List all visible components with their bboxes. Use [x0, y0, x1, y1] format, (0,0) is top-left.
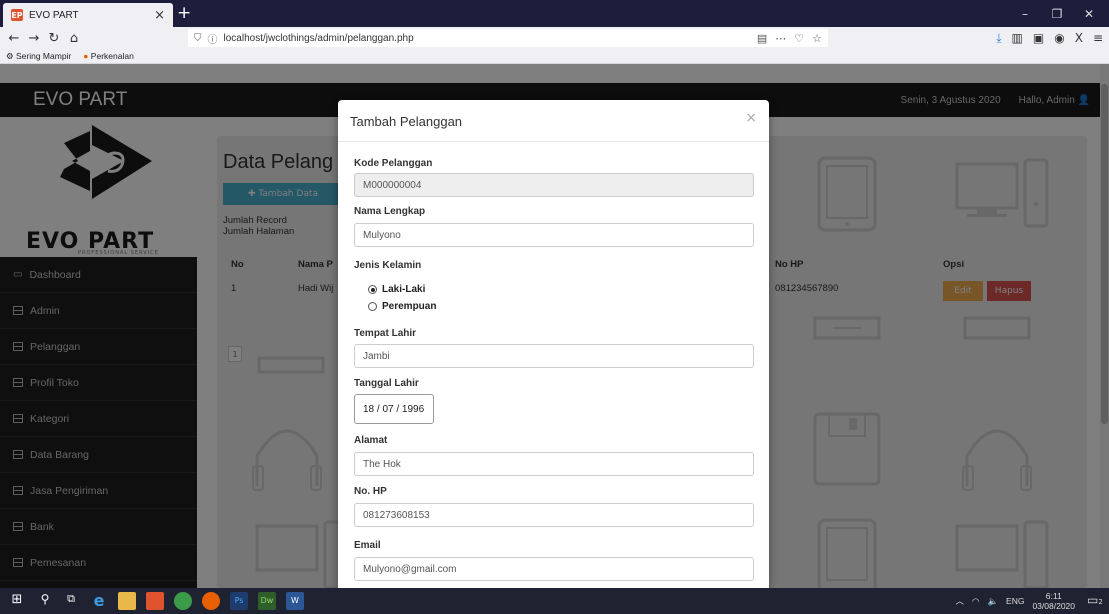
- sidebar-icon[interactable]: ▣: [1033, 31, 1044, 45]
- search-icon[interactable]: ⚲: [36, 592, 54, 610]
- kode-input[interactable]: M000000004: [354, 173, 754, 197]
- extension-icon[interactable]: X: [1075, 31, 1083, 45]
- radio-checked-icon: [368, 285, 377, 294]
- url-bar[interactable]: ⛉ ⓘ localhost/jwclothings/admin/pelangga…: [188, 29, 828, 47]
- new-tab-icon[interactable]: +: [177, 3, 191, 23]
- evo-app-icon[interactable]: [146, 592, 164, 610]
- tab-favicon: EP: [11, 9, 23, 21]
- menu-icon[interactable]: ≡: [1093, 31, 1103, 45]
- download-icon[interactable]: ⤓: [996, 31, 1001, 46]
- library-icon[interactable]: ▥: [1012, 31, 1023, 45]
- minimize-icon[interactable]: –: [1013, 0, 1037, 27]
- radio-unchecked-icon: [368, 302, 377, 311]
- bookmark-item[interactable]: ● Perkenalan: [83, 51, 134, 61]
- dreamweaver-icon[interactable]: Dw: [258, 592, 276, 610]
- modal-header: Tambah Pelanggan ×: [338, 100, 769, 142]
- browser-nav-bar: ← → ↻ ⌂ ⛉ ⓘ localhost/jwclothings/admin/…: [0, 27, 1109, 49]
- email-label: Email: [354, 540, 381, 551]
- bookmark-item[interactable]: ⚙ Sering Mampir: [6, 51, 71, 62]
- screen: EP EVO PART × + – ❐ ✕ ← → ↻ ⌂ ⛉ ⓘ localh…: [0, 0, 1109, 614]
- clock-time: 6:11: [1045, 591, 1062, 601]
- kode-label: Kode Pelanggan: [354, 158, 433, 169]
- edge-icon[interactable]: e: [90, 592, 108, 610]
- restore-icon[interactable]: ❐: [1045, 0, 1069, 27]
- back-icon[interactable]: ←: [4, 31, 24, 46]
- reader-icon[interactable]: ▤: [757, 32, 767, 45]
- tempat-input[interactable]: Jambi: [354, 344, 754, 368]
- tray-up-arrow-icon[interactable]: ︿: [956, 595, 965, 607]
- clock[interactable]: 6:11 03/08/2020: [1032, 591, 1075, 611]
- gender-radio-perempuan[interactable]: Perempuan: [368, 301, 436, 312]
- bookmark-star-icon[interactable]: ☆: [812, 32, 822, 45]
- hp-label: No. HP: [354, 486, 387, 497]
- close-icon[interactable]: ×: [745, 110, 757, 126]
- file-explorer-icon[interactable]: [118, 592, 136, 610]
- gear-icon: ⚙: [6, 50, 14, 61]
- tab-close-icon[interactable]: ×: [154, 8, 165, 23]
- photoshop-icon[interactable]: Ps: [230, 592, 248, 610]
- modal-title: Tambah Pelanggan: [350, 114, 463, 129]
- browser-tab[interactable]: EP EVO PART ×: [3, 3, 173, 27]
- tab-title: EVO PART: [29, 9, 79, 21]
- taskbar: ⊞ ⚲ ⧉ e Ps Dw W ︿ ◠ 🔈 ENG 6:11 03/08/202…: [0, 588, 1109, 614]
- windows-start-icon[interactable]: ⊞: [8, 592, 26, 610]
- system-tray: ︿ ◠ 🔈 ENG 6:11 03/08/2020: [956, 588, 1076, 614]
- info-icon: ⓘ: [207, 34, 218, 46]
- volume-icon[interactable]: 🔈: [987, 596, 998, 607]
- gender-radio-laki[interactable]: Laki-Laki: [368, 284, 425, 295]
- browser-tab-bar: EP EVO PART × + – ❐ ✕: [0, 0, 1109, 27]
- bookmarks-bar: ⚙ Sering Mampir ● Perkenalan: [0, 49, 1109, 64]
- chrome-icon[interactable]: [174, 592, 192, 610]
- url-text: localhost/jwclothings/admin/pelanggan.ph…: [223, 32, 414, 44]
- clock-date: 03/08/2020: [1032, 601, 1075, 611]
- gender-label: Jenis Kelamin: [354, 260, 422, 271]
- firefox-icon: ●: [83, 51, 89, 61]
- more-icon[interactable]: ⋯: [775, 32, 786, 45]
- hp-input[interactable]: 081273608153: [354, 503, 754, 527]
- forward-icon[interactable]: →: [24, 31, 44, 46]
- firefox-icon[interactable]: [202, 592, 220, 610]
- notification-icon[interactable]: ▭2: [1087, 593, 1103, 609]
- email-input[interactable]: Mulyono@gmail.com: [354, 557, 754, 581]
- word-icon[interactable]: W: [286, 592, 304, 610]
- alamat-label: Alamat: [354, 435, 388, 446]
- tanggal-input[interactable]: 18 / 07 / 1996: [354, 394, 434, 424]
- nama-input[interactable]: Mulyono: [354, 223, 754, 247]
- network-icon[interactable]: ◠: [972, 596, 979, 607]
- tanggal-label: Tanggal Lahir: [354, 378, 419, 389]
- add-customer-modal: Tambah Pelanggan × Kode Pelanggan M00000…: [338, 100, 769, 588]
- language-indicator[interactable]: ENG: [1006, 596, 1024, 606]
- pocket-icon[interactable]: ♡: [794, 32, 804, 45]
- tempat-label: Tempat Lahir: [354, 328, 417, 339]
- alamat-input[interactable]: The Hok: [354, 452, 754, 476]
- notification-count: 2: [1098, 598, 1103, 606]
- nama-label: Nama Lengkap: [354, 206, 426, 217]
- account-icon[interactable]: ◉: [1054, 31, 1064, 45]
- home-icon[interactable]: ⌂: [64, 31, 84, 46]
- task-view-icon[interactable]: ⧉: [62, 592, 80, 610]
- shield-icon: ⛉: [194, 32, 202, 44]
- close-window-icon[interactable]: ✕: [1077, 0, 1101, 27]
- reload-icon[interactable]: ↻: [44, 31, 64, 46]
